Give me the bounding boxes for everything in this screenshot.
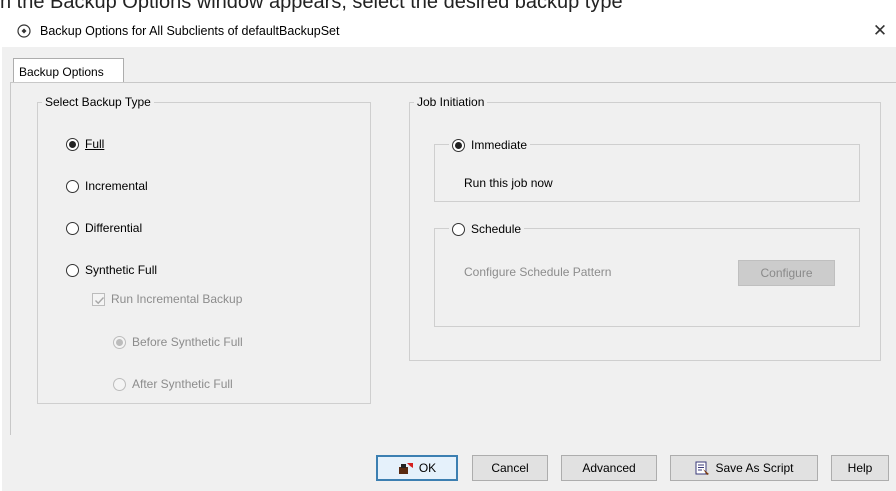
after-synthetic-full-label: After Synthetic Full	[132, 377, 233, 391]
before-synthetic-full-label: Before Synthetic Full	[132, 335, 243, 349]
run-incremental-label: Run Incremental Backup	[111, 292, 243, 306]
radio-circle	[66, 221, 79, 235]
job-initiation-group-label: Job Initiation	[414, 95, 488, 109]
save-as-script-button[interactable]: Save As Script	[670, 455, 818, 481]
window-title: Backup Options for All Subclients of def…	[40, 24, 340, 38]
radio-circle	[452, 222, 465, 236]
cancel-label: Cancel	[491, 461, 529, 475]
close-icon[interactable]: ✕	[870, 20, 890, 42]
radio-after-synthetic-full[interactable]: After Synthetic Full	[113, 377, 233, 391]
radio-immediate-label: Immediate	[471, 138, 528, 152]
radio-circle	[113, 377, 126, 391]
radio-synthetic-full[interactable]: Synthetic Full	[66, 263, 157, 277]
ok-label: OK	[418, 461, 437, 475]
backup-type-group-label: Select Backup Type	[42, 95, 154, 109]
radio-synthetic-full-label: Synthetic Full	[85, 263, 158, 277]
run-now-text: Run this job now	[464, 176, 553, 190]
ok-button[interactable]: OK	[376, 455, 458, 481]
save-as-script-label: Save As Script	[715, 461, 794, 475]
background-document-text: n the Backup Options window appears, sel…	[0, 0, 896, 17]
radio-circle	[66, 263, 79, 277]
radio-schedule-label: Schedule	[471, 222, 522, 236]
radio-differential-label: Differential	[85, 221, 143, 235]
checkbox-box	[92, 292, 105, 306]
help-label: Help	[847, 461, 873, 475]
radio-full-label: Full	[85, 137, 105, 151]
schedule-pattern-label: Configure Schedule Pattern	[464, 265, 612, 279]
tab-backup-options[interactable]: Backup Options	[13, 58, 124, 83]
checkbox-run-incremental[interactable]: Run Incremental Backup	[92, 292, 242, 306]
radio-differential[interactable]: Differential	[66, 221, 142, 235]
advanced-label: Advanced	[582, 461, 636, 475]
immediate-section	[434, 144, 860, 202]
radio-immediate[interactable]: Immediate	[449, 138, 531, 152]
app-icon	[17, 24, 31, 38]
radio-incremental[interactable]: Incremental	[66, 179, 148, 193]
radio-circle	[113, 335, 126, 349]
advanced-button[interactable]: Advanced	[561, 455, 657, 481]
configure-button[interactable]: Configure	[738, 260, 835, 286]
check-icon	[95, 296, 105, 304]
radio-schedule[interactable]: Schedule	[449, 222, 525, 236]
script-icon	[695, 461, 710, 475]
cancel-button[interactable]: Cancel	[472, 455, 548, 481]
radio-circle	[452, 138, 465, 152]
configure-button-label: Configure	[760, 266, 813, 280]
radio-circle	[66, 179, 79, 193]
radio-before-synthetic-full[interactable]: Before Synthetic Full	[113, 335, 243, 349]
radio-circle	[66, 137, 79, 151]
help-button[interactable]: Help	[831, 455, 889, 481]
tab-label: Backup Options	[19, 65, 104, 79]
radio-full[interactable]: Full	[66, 137, 104, 151]
ok-run-icon	[398, 463, 413, 474]
radio-incremental-label: Incremental	[85, 179, 148, 193]
